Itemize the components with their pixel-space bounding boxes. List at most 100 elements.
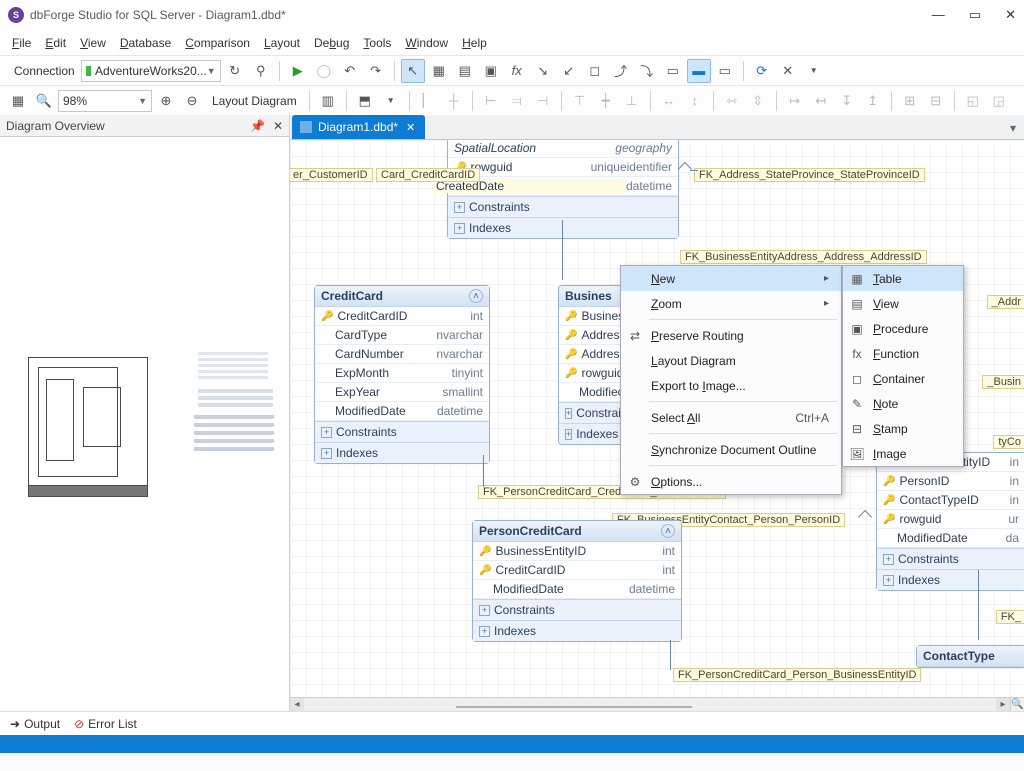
menu-window[interactable]: Window	[405, 36, 448, 50]
table-tool-icon[interactable]: ▦	[427, 59, 451, 83]
context-menu[interactable]: New▸Zoom▸ ⇄Preserve RoutingLayout Diagram…	[620, 265, 842, 495]
menu-item[interactable]: Select AllCtrl+A	[621, 405, 841, 430]
sync-icon[interactable]: ⟳	[750, 59, 774, 83]
entity-contact-partial[interactable]: 🔑BusinessEntityIDin 🔑PersonIDin 🔑Contact…	[876, 452, 1024, 591]
menu-layout[interactable]: Layout	[264, 36, 300, 50]
zoom-in-icon[interactable]: ⊕	[154, 89, 178, 113]
stamp-tool-icon[interactable]: ▭	[713, 59, 737, 83]
minimize-button[interactable]: —	[932, 7, 945, 23]
output-tab[interactable]: ➜Output	[10, 717, 60, 731]
menu-debug[interactable]: Debug	[314, 36, 349, 50]
func-tool-icon[interactable]: fx	[505, 59, 529, 83]
order2-icon[interactable]: ◲	[987, 89, 1011, 113]
zoom-dropdown[interactable]: 98% ▼	[58, 90, 152, 112]
maximize-button[interactable]: ▭	[969, 7, 981, 23]
connection-dropdown[interactable]: AdventureWorks20... ▼	[81, 60, 221, 82]
orient1dd-icon[interactable]: ▼	[379, 89, 403, 113]
menu-item[interactable]: ▤View	[843, 291, 963, 316]
grid-icon[interactable]: ▦	[6, 89, 30, 113]
sp6-icon[interactable]: ⊟	[924, 89, 948, 113]
sp5-icon[interactable]: ⊞	[898, 89, 922, 113]
menu-tools[interactable]: Tools	[363, 36, 391, 50]
align-h2-icon[interactable]: ⫤	[505, 89, 529, 113]
run-icon[interactable]: ▶	[286, 59, 310, 83]
expand-icon[interactable]: +	[321, 427, 332, 438]
menu-database[interactable]: Database	[120, 36, 171, 50]
sp2-icon[interactable]: ↤	[809, 89, 833, 113]
menu-comparison[interactable]: Comparison	[185, 36, 250, 50]
menu-item[interactable]: Synchronize Document Outline	[621, 437, 841, 462]
image-tool-icon[interactable]: ▭	[661, 59, 685, 83]
dist-h-icon[interactable]: ↔	[657, 89, 681, 113]
entity-contacttype[interactable]: ContactType	[916, 645, 1024, 668]
align-left-icon[interactable]: ▏	[416, 89, 440, 113]
search-icon[interactable]: 🔍	[32, 89, 56, 113]
orient1-icon[interactable]: ⬒	[353, 89, 377, 113]
menu-item[interactable]: ⊟Stamp	[843, 416, 963, 441]
doc-tab-active[interactable]: Diagram1.dbd* ✕	[292, 115, 425, 139]
expand-icon[interactable]: +	[454, 202, 465, 213]
sp4-icon[interactable]: ↥	[861, 89, 885, 113]
menu-item[interactable]: ▣Procedure	[843, 316, 963, 341]
layout-diagram-button[interactable]: Layout Diagram	[206, 94, 303, 108]
close-panel-icon[interactable]: ✕	[273, 119, 283, 133]
pin-icon[interactable]: 📌	[250, 119, 265, 133]
relation2-tool-icon[interactable]: ↙	[557, 59, 581, 83]
align-v3-icon[interactable]: ⊥	[620, 89, 644, 113]
menu-item[interactable]: fxFunction	[843, 341, 963, 366]
delete-icon[interactable]: ✕	[776, 59, 800, 83]
menu-item[interactable]: ✎Note	[843, 391, 963, 416]
close-button[interactable]: ✕	[1005, 7, 1016, 23]
menu-item[interactable]: ◻Container	[843, 366, 963, 391]
redo-icon[interactable]: ↷	[364, 59, 388, 83]
menu-file[interactable]: File	[12, 36, 31, 50]
menu-help[interactable]: Help	[462, 36, 487, 50]
zoom-corner-icon[interactable]: 🔍	[1010, 697, 1024, 711]
scroll-left-icon[interactable]: ◂	[290, 698, 304, 712]
note-tool-icon[interactable]: ▬	[687, 59, 711, 83]
entity-business-partial[interactable]: Busines 🔑Business 🔑Address 🔑Address 🔑row…	[558, 285, 622, 445]
dist-v-icon[interactable]: ↕	[683, 89, 707, 113]
horizontal-scrollbar[interactable]: ◂ ▸	[290, 697, 1010, 711]
entity-personcreditcard[interactable]: PersonCreditCard˄ 🔑BusinessEntityIDint 🔑…	[472, 520, 682, 642]
menu-view[interactable]: View	[80, 36, 106, 50]
menu-edit[interactable]: Edit	[45, 36, 66, 50]
refresh-connection-icon[interactable]: ↻	[223, 59, 247, 83]
scroll-thumb[interactable]	[456, 706, 691, 708]
menu-item[interactable]: Zoom▸	[621, 291, 841, 316]
align-v2-icon[interactable]: ┿	[594, 89, 618, 113]
menu-item[interactable]: New▸	[621, 266, 841, 291]
entity-creditcard[interactable]: CreditCard˄ 🔑CreditCardIDint CardTypenva…	[314, 285, 490, 464]
error-list-tab[interactable]: ⊘Error List	[74, 717, 137, 731]
size-w-icon[interactable]: ⇿	[720, 89, 744, 113]
menu-item[interactable]: Export to Image...	[621, 373, 841, 398]
menu-item[interactable]: ▦Table	[843, 266, 963, 291]
pointer-tool-icon[interactable]: ↖	[401, 59, 425, 83]
diagram-canvas[interactable]: SpatialLocationgeography 🔑rowguiduniquei…	[290, 139, 1024, 711]
import-tool-icon[interactable]: ⤵	[635, 59, 659, 83]
align-v1-icon[interactable]: ⊤	[568, 89, 592, 113]
expand-icon[interactable]: +	[321, 448, 332, 459]
delete-dd-icon[interactable]: ▼	[802, 59, 826, 83]
close-tab-icon[interactable]: ✕	[404, 121, 417, 134]
collapse-icon[interactable]: ˄	[661, 524, 675, 538]
menu-item[interactable]: 🖼Image	[843, 441, 963, 466]
entity-address-partial[interactable]: SpatialLocationgeography 🔑rowguiduniquei…	[447, 139, 679, 239]
group1-icon[interactable]: ▥	[316, 89, 340, 113]
menu-item[interactable]: ⚙Options...	[621, 469, 841, 494]
relation-tool-icon[interactable]: ↘	[531, 59, 555, 83]
menu-item[interactable]: Layout Diagram	[621, 348, 841, 373]
collapse-icon[interactable]: ˄	[469, 289, 483, 303]
scroll-right-icon[interactable]: ▸	[996, 698, 1010, 712]
menu-item[interactable]: ⇄Preserve Routing	[621, 323, 841, 348]
view-tool-icon[interactable]: ▤	[453, 59, 477, 83]
sp3-icon[interactable]: ↧	[835, 89, 859, 113]
stop-icon[interactable]: ◯	[312, 59, 336, 83]
order1-icon[interactable]: ◱	[961, 89, 985, 113]
proc-tool-icon[interactable]: ▣	[479, 59, 503, 83]
zoom-out-icon[interactable]: ⊖	[180, 89, 204, 113]
overview-canvas[interactable]	[0, 137, 289, 711]
sp1-icon[interactable]: ↦	[783, 89, 807, 113]
align-h1-icon[interactable]: ⊢	[479, 89, 503, 113]
expand-icon[interactable]: +	[454, 223, 465, 234]
